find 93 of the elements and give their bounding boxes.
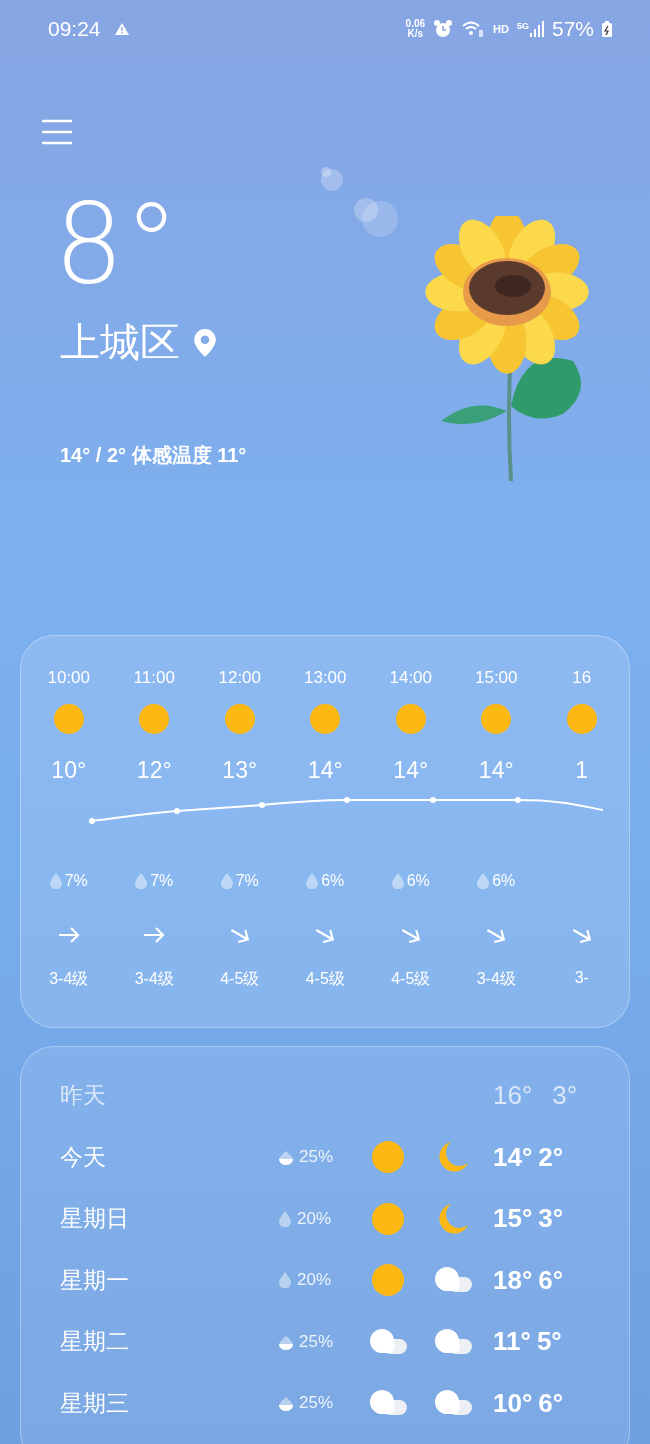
cellular-label: 5G [516,21,529,31]
raindrop-icon [306,873,319,889]
sun-icon [310,704,341,734]
wind-level: 3-4级 [476,969,516,989]
rain-chance: 20% [297,1270,332,1291]
signal-icon [529,21,544,37]
day-name: 星期二 [60,1327,130,1357]
hour-time: 14:00 [389,668,432,688]
raindrop-icon [279,1272,291,1289]
cloud-icon [433,1328,472,1355]
menu-icon[interactable] [42,119,72,145]
sun-icon [481,704,512,734]
wind-level: 4-5级 [305,969,345,989]
day-name: 星期一 [60,1265,130,1295]
alarm-icon [433,19,454,39]
hour-temperature: 13° [222,757,258,783]
sun-icon [371,1141,404,1174]
hour-temperature: 1 [575,757,589,783]
low-temperature: 6° [538,1264,564,1296]
low-temperature: 3° [538,1203,564,1235]
low-temperature: 5° [536,1326,562,1358]
network-speed: 0.06 K/s [405,19,426,39]
hour-time: 16 [572,668,592,688]
location-pin-icon [194,328,216,357]
wind-level: 3- [574,969,589,987]
hour-time: 15:00 [474,668,518,688]
rain-chance: 7% [64,872,88,890]
rain-chance: 7% [150,872,174,890]
hour-temperature: 14° [307,757,343,783]
wifi-icon [461,20,486,38]
wind-level: 4-5级 [220,969,260,989]
rain-chance: 25% [299,1331,334,1352]
sun-icon [395,704,426,734]
status-time: 09:24 [48,17,101,41]
battery-percent: 57% [551,17,594,41]
high-temperature: 15° [493,1203,533,1235]
raindrop-icon [135,873,148,889]
high-temperature: 11° [493,1326,531,1358]
moon-icon [436,1141,469,1174]
day-name: 今天 [60,1142,107,1172]
wind-level: 3-4级 [49,969,89,989]
rain-chance: 20% [297,1208,332,1229]
raindrop-icon [279,1333,293,1350]
warning-icon [114,23,129,35]
raindrop-icon [477,873,490,889]
low-temperature: 2° [538,1141,564,1173]
temperature-summary: 14° / 2° 体感温度 11° [60,443,248,468]
raindrop-icon [49,873,62,889]
day-name: 昨天 [60,1081,107,1111]
rain-chance: 25% [299,1393,334,1414]
high-temperature: 18° [493,1264,533,1296]
moon-icon [436,1202,469,1235]
hour-temperature: 14° [478,757,514,783]
raindrop-icon [279,1149,293,1166]
hour-temperature: 14° [393,757,429,783]
rain-chance: 25% [299,1147,334,1168]
hour-time: 12:00 [218,668,261,688]
hour-time: 10:00 [47,668,90,688]
hour-temperature: 10° [51,757,87,783]
location-name[interactable]: 上城区 [60,315,180,370]
network-label: HD [493,23,509,35]
sun-icon [139,704,170,734]
hour-time: 11:00 [133,668,175,688]
wind-level: 4-5级 [391,969,431,989]
hour-time: 13:00 [303,668,347,688]
sun-icon [371,1202,404,1235]
day-name: 星期三 [60,1388,130,1418]
rain-chance: 6% [492,872,516,890]
sun-icon [53,704,84,734]
high-temperature: 14° [493,1141,533,1173]
current-temperature: 8° [54,189,179,299]
high-temperature: 10° [493,1387,533,1419]
rain-chance: 6% [406,872,430,890]
hour-temperature: 12° [136,757,172,783]
wind-level: 3-4级 [134,969,174,989]
cloud-icon [433,1390,472,1417]
sun-icon [566,704,597,734]
cloud-icon [368,1390,407,1417]
rain-chance: 7% [235,872,259,890]
battery-icon [602,21,612,37]
raindrop-icon [391,873,404,889]
raindrop-icon [279,1395,293,1412]
low-temperature: 3° [552,1080,578,1112]
cloud-icon [368,1328,407,1355]
raindrop-icon [279,1210,291,1227]
raindrop-icon [220,873,233,889]
sun-icon [371,1264,404,1297]
rain-chance: 6% [321,872,345,890]
low-temperature: 6° [538,1387,564,1419]
sun-icon [224,704,255,734]
day-name: 星期日 [60,1204,130,1234]
high-temperature: 16° [493,1080,533,1112]
cloud-icon [433,1267,472,1294]
